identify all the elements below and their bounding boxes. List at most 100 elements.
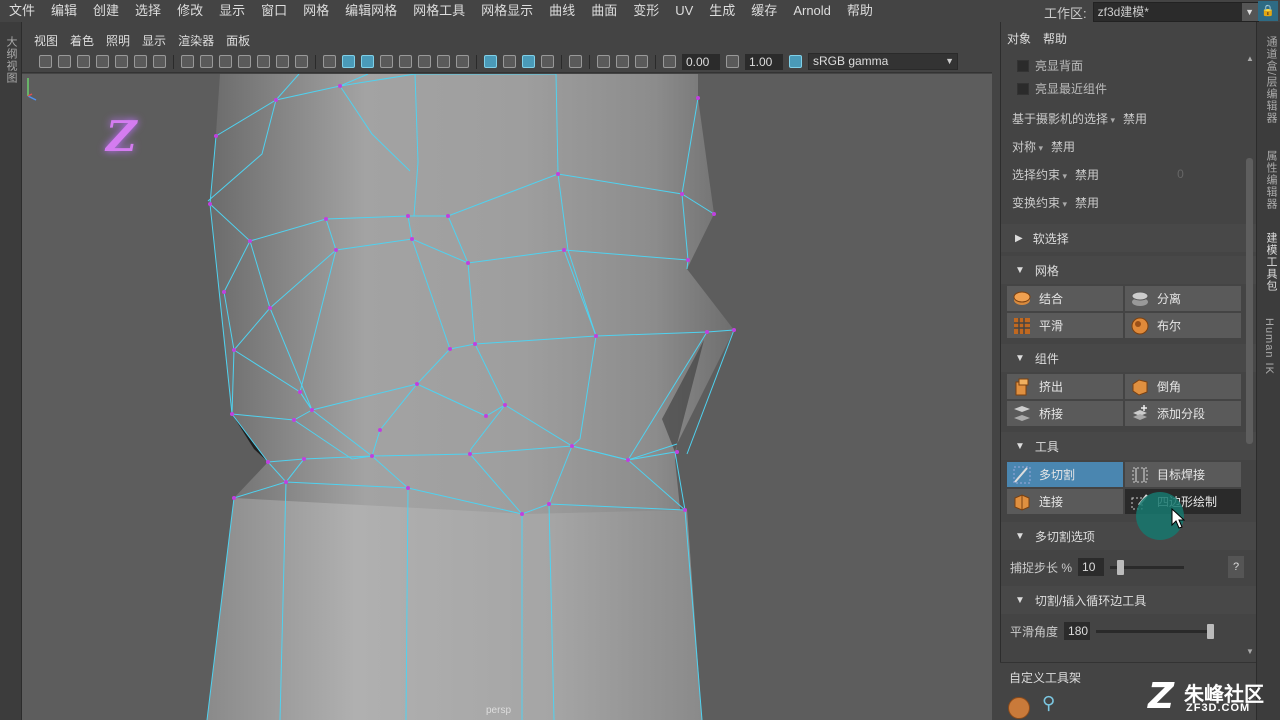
- grease-pencil-icon[interactable]: [153, 55, 166, 68]
- panel-scrollbar[interactable]: ▲ ▼: [1245, 54, 1255, 656]
- snap-step-slider-handle[interactable]: [1117, 559, 1125, 575]
- shelf-select-icon[interactable]: ⚲: [1042, 693, 1066, 717]
- textured-icon[interactable]: [399, 55, 412, 68]
- lights-icon[interactable]: [418, 55, 431, 68]
- view-transform-dropdown[interactable]: sRGB gamma ▼: [808, 53, 958, 70]
- gamma-field[interactable]: 1.00: [745, 53, 783, 70]
- select-constraint-dropdown[interactable]: 选择约束: [1012, 166, 1067, 183]
- isolate-select-icon[interactable]: [541, 55, 554, 68]
- field-chart-icon[interactable]: [257, 55, 270, 68]
- menu-help[interactable]: 帮助: [839, 0, 881, 22]
- insert-loop-section[interactable]: ▼ 切割/插入循环边工具: [1001, 586, 1256, 614]
- boolean-button[interactable]: 布尔: [1125, 313, 1241, 338]
- panel-menu-lighting[interactable]: 照明: [100, 32, 136, 49]
- menu-arnold[interactable]: Arnold: [785, 0, 839, 22]
- menu-generate[interactable]: 生成: [701, 0, 743, 22]
- scroll-up-icon[interactable]: ▲: [1245, 54, 1255, 63]
- mesh-section[interactable]: ▼ 网格: [1001, 256, 1256, 284]
- exposure-field[interactable]: 0.00: [682, 53, 720, 70]
- image-plane-icon[interactable]: [96, 55, 109, 68]
- multi-cut-options-section[interactable]: ▼ 多切割选项: [1001, 522, 1256, 550]
- components-section[interactable]: ▼ 组件: [1001, 344, 1256, 372]
- highlight-nearest-checkbox[interactable]: [1017, 82, 1029, 95]
- snap-step-field[interactable]: 10: [1078, 558, 1105, 576]
- frame-all-icon[interactable]: [616, 55, 629, 68]
- menu-mesh-tools[interactable]: 网格工具: [405, 0, 473, 22]
- panel-menu-panels[interactable]: 面板: [220, 32, 256, 49]
- symmetry-dropdown[interactable]: 对称: [1012, 138, 1043, 155]
- smooth-shade-icon[interactable]: [342, 55, 355, 68]
- highlight-backfaces-row[interactable]: 亮显背面: [1001, 54, 1256, 77]
- connect-button[interactable]: 连接: [1007, 489, 1123, 514]
- smooth-angle-slider-handle[interactable]: [1207, 623, 1215, 639]
- combine-button[interactable]: 结合: [1007, 286, 1123, 311]
- scroll-down-icon[interactable]: ▼: [1245, 647, 1255, 656]
- menu-cache[interactable]: 缓存: [743, 0, 785, 22]
- menu-curves[interactable]: 曲线: [541, 0, 583, 22]
- camera-based-selection-dropdown[interactable]: 基于摄影机的选择: [1012, 110, 1115, 127]
- gamma-icon[interactable]: [726, 55, 739, 68]
- target-weld-button[interactable]: 目标焊接: [1125, 462, 1241, 487]
- workspace-dropdown[interactable]: zf3d建模* ▼: [1092, 2, 1259, 22]
- menu-uv[interactable]: UV: [667, 0, 701, 22]
- menu-mesh[interactable]: 网格: [295, 0, 337, 22]
- transform-constraint-dropdown[interactable]: 变换约束: [1012, 194, 1067, 211]
- snap-step-slider[interactable]: [1110, 559, 1185, 575]
- xray-icon[interactable]: [484, 55, 497, 68]
- soft-select-section[interactable]: ▶ 软选择: [1001, 224, 1256, 252]
- frame-selected-icon[interactable]: [635, 55, 648, 68]
- panel-menu-view[interactable]: 视图: [22, 32, 64, 49]
- menu-deform[interactable]: 变形: [625, 0, 667, 22]
- exposure-icon[interactable]: [663, 55, 676, 68]
- smooth-angle-slider[interactable]: [1096, 623, 1215, 639]
- scrollbar-thumb[interactable]: [1246, 158, 1253, 444]
- menu-display[interactable]: 显示: [211, 0, 253, 22]
- menu-modify[interactable]: 修改: [169, 0, 211, 22]
- menu-select[interactable]: 选择: [127, 0, 169, 22]
- cursor-icon[interactable]: [569, 55, 582, 68]
- color-management-icon[interactable]: [789, 55, 802, 68]
- xray-components-icon[interactable]: [522, 55, 535, 68]
- tab-object[interactable]: 对象: [1007, 30, 1031, 47]
- lock-icon[interactable]: 🔒: [1258, 1, 1278, 21]
- safe-action-icon[interactable]: [276, 55, 289, 68]
- panel-menu-show[interactable]: 显示: [136, 32, 172, 49]
- tools-section[interactable]: ▼ 工具: [1001, 432, 1256, 460]
- highlight-backfaces-checkbox[interactable]: [1017, 59, 1029, 72]
- highlight-nearest-row[interactable]: 亮显最近组件: [1001, 77, 1256, 100]
- safe-title-icon[interactable]: [295, 55, 308, 68]
- wireframe-on-shaded-icon[interactable]: [361, 55, 374, 68]
- resolution-gate-icon[interactable]: [219, 55, 232, 68]
- panel-menu-shading[interactable]: 着色: [64, 32, 100, 49]
- tab-attribute-editor[interactable]: 属性编辑器: [1263, 150, 1279, 210]
- bevel-button[interactable]: 倒角: [1125, 374, 1241, 399]
- gate-mask-icon[interactable]: [238, 55, 251, 68]
- bookmark-icon[interactable]: [77, 55, 90, 68]
- ambient-occlusion-icon[interactable]: [456, 55, 469, 68]
- menu-edit-mesh[interactable]: 编辑网格: [337, 0, 405, 22]
- outliner-strip[interactable]: 大纲视图: [0, 22, 22, 720]
- grid-icon[interactable]: [181, 55, 194, 68]
- pan-zoom-icon[interactable]: [134, 55, 147, 68]
- film-gate-icon[interactable]: [200, 55, 213, 68]
- lock-camera-icon[interactable]: [115, 55, 128, 68]
- panel-menu-renderer[interactable]: 渲染器: [172, 32, 220, 49]
- copy-icon[interactable]: [597, 55, 610, 68]
- menu-file[interactable]: 文件: [0, 0, 43, 22]
- xray-joints-icon[interactable]: [503, 55, 516, 68]
- camera-attributes-icon[interactable]: [58, 55, 71, 68]
- add-divisions-button[interactable]: 添加分段: [1125, 401, 1241, 426]
- wireframe-icon[interactable]: [323, 55, 336, 68]
- camera-select-icon[interactable]: [39, 55, 52, 68]
- tab-human-ik[interactable]: Human IK: [1263, 318, 1275, 375]
- tab-help[interactable]: 帮助: [1043, 30, 1067, 47]
- smooth-angle-field[interactable]: 180: [1064, 622, 1091, 640]
- smooth-button[interactable]: 平滑: [1007, 313, 1123, 338]
- multi-cut-button[interactable]: 多切割: [1007, 462, 1123, 487]
- default-material-icon[interactable]: [380, 55, 393, 68]
- bridge-button[interactable]: 桥接: [1007, 401, 1123, 426]
- tab-modeling-toolkit[interactable]: 建模工具包: [1263, 232, 1279, 292]
- menu-create[interactable]: 创建: [85, 0, 127, 22]
- perspective-viewport[interactable]: Z persp: [22, 74, 992, 720]
- menu-windows[interactable]: 窗口: [253, 0, 295, 22]
